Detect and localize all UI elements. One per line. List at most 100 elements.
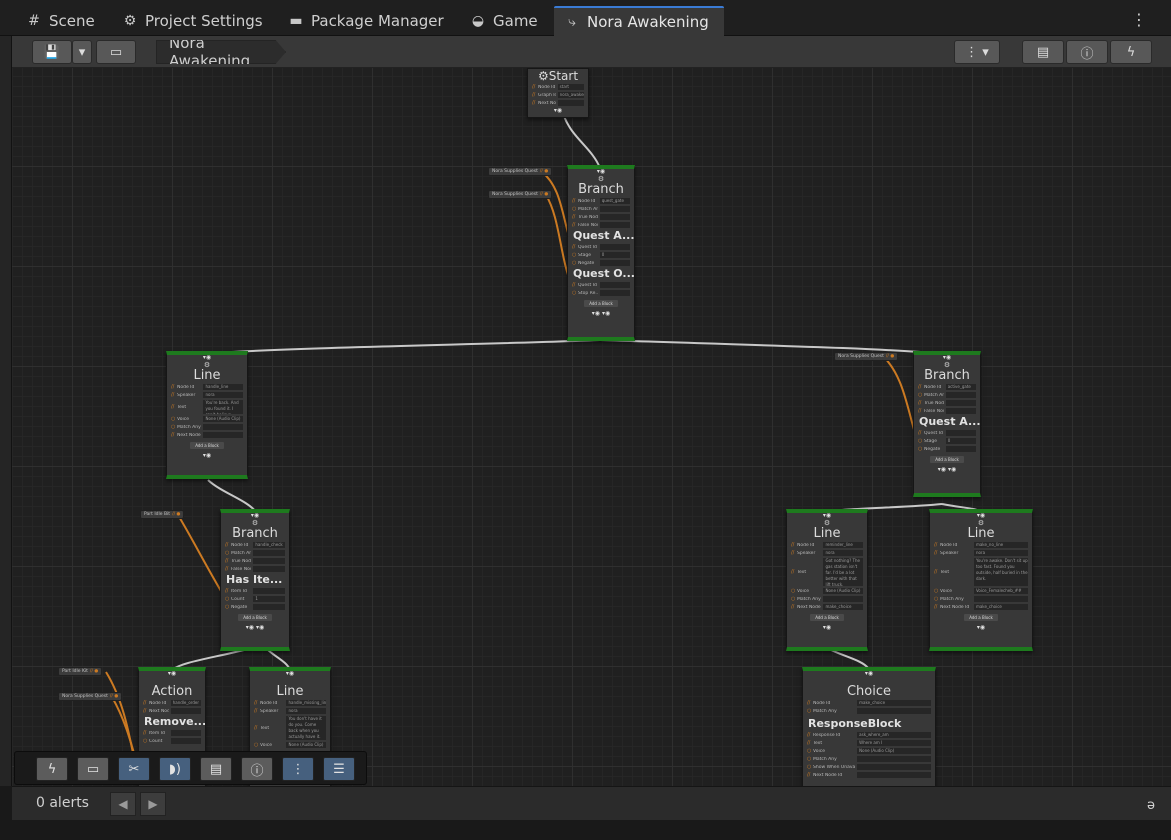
node-row: ○ Stage 0 [914, 437, 980, 445]
node-row: //Text You don't have it do you. Come bac… [250, 715, 330, 741]
ext-label: Nora Supplies Quest [492, 169, 538, 174]
node-row: ○Match Any [914, 391, 980, 399]
node-row: //Next Node Id [167, 431, 247, 439]
ext-label: Nora Supplies Quest [62, 694, 108, 699]
ext-quest-ref-2[interactable]: Nora Supplies Quest// ● [488, 190, 553, 199]
add-block-button[interactable]: Add a Block [964, 614, 998, 621]
tab-scene[interactable]: # Scene [16, 6, 105, 36]
node-row: ○ Voice None (Audio Clip) [167, 415, 247, 423]
add-block-button[interactable]: Add a Block [584, 300, 618, 307]
tab-nora-awakening[interactable]: ⤷ Nora Awakening [554, 6, 724, 36]
node-row: ○ Count 1 [221, 595, 289, 603]
inspector-toggle-button[interactable]: ⓘ [1066, 40, 1108, 64]
input-port[interactable]: ▾◉ [139, 671, 205, 677]
window-icon: ▭ [86, 761, 100, 777]
ext-item-ref-1[interactable]: Part Idle Bit// ● [140, 510, 185, 519]
save-dropdown-button[interactable]: ▾ [72, 40, 92, 64]
window-tool-button[interactable]: ▭ [77, 757, 109, 781]
node-row: ○Show When Unavailable [803, 763, 935, 771]
node-row: //Quest Id [568, 243, 634, 251]
node-row: //Graph Idnora_awakening [532, 92, 584, 98]
node-title: Line [813, 526, 841, 541]
ext-quest-ref-3[interactable]: Nora Supplies Quest// ● [834, 352, 899, 361]
prev-alert-button[interactable]: ◀ [110, 792, 136, 816]
node-row: //Text Where am I [803, 739, 935, 747]
output-ports[interactable]: ▾◉ ▾◉ [568, 310, 634, 318]
open-folder-button[interactable]: ▭ [96, 40, 136, 64]
block-title: Quest A... [919, 415, 980, 428]
ext-quest-ref-4[interactable]: Nora Supplies Quest// ● [58, 692, 123, 701]
node-branch-active-gate[interactable]: ▾◉ ⚙ Branch //Node Id active_gate ○ Match … [913, 351, 981, 497]
options-menu-button[interactable]: ⋮ ▾ [954, 40, 1000, 64]
node-row: //Node Id handle_check [221, 541, 289, 549]
tab-project-settings[interactable]: ⚙ Project Settings [112, 6, 273, 36]
graph-canvas[interactable]: Nora Supplies Quest// ● Nora Supplies Qu… [12, 68, 1171, 786]
node-row: //Node Id handle_missing_line [254, 700, 326, 706]
save-button[interactable]: 💾 [32, 40, 72, 64]
gear-icon: ⚙ [123, 13, 137, 29]
node-row: ○ Voice None (Audio Clip) [787, 587, 867, 595]
node-line-reminder[interactable]: ▾◉ ⚙ Line //Node Id reminder_line //Speak… [786, 509, 868, 651]
add-block-button[interactable]: Add a Block [238, 614, 272, 621]
info-tool-button[interactable]: ⓘ [241, 757, 273, 781]
node-title: Branch [578, 182, 624, 197]
tab-game[interactable]: ◒ Game [460, 6, 548, 36]
start-icon: ⚙ [537, 69, 549, 83]
node-start[interactable]: ⚙Start //Node Id start //Graph Id nora_awa… [527, 68, 589, 118]
node-branch-handle-check[interactable]: ▾◉ ⚙ Branch //Node Id handle_check ○ Match… [220, 509, 290, 651]
tab-menu-icon[interactable]: ⋮ [1131, 10, 1147, 29]
tools-button[interactable]: ✂ [118, 757, 150, 781]
node-title: Line [276, 684, 304, 699]
wire-ext4 [177, 514, 225, 597]
output-ports[interactable]: ▾◉ ▾◉ [914, 466, 980, 474]
more-tool-button[interactable]: ⋮ [282, 757, 314, 781]
node-row: //Item Id [221, 587, 289, 595]
ext-label: Part Idle Bit [144, 512, 171, 517]
blackboard-tool-button[interactable]: ▤ [200, 757, 232, 781]
node-row: ○Match Any [803, 707, 935, 715]
output-port[interactable]: ▾◉ [930, 624, 1032, 632]
blackboard-toggle-button[interactable]: ▤ [1022, 40, 1064, 64]
ext-quest-ref-1[interactable]: Nora Supplies Quest// ● [488, 167, 553, 176]
node-row: ○Match Any [221, 549, 289, 557]
ext-label: Nora Supplies Quest [492, 192, 538, 197]
output-port[interactable]: ▾◉ [167, 452, 247, 460]
add-block-button[interactable]: Add a Block [930, 456, 964, 463]
chevron-right-icon: ▶ [148, 797, 158, 811]
node-line-handle[interactable]: ▾◉ ⚙ Line //Node Id handle_line //Speaker… [166, 351, 248, 479]
notes-tool-button[interactable]: ☰ [323, 757, 355, 781]
node-branch-quest-gate[interactable]: ▾◉ ⚙ Branch //Node Id quest_gate ○ Match A… [567, 165, 635, 341]
input-port[interactable]: ▾◉ [803, 671, 935, 677]
input-port[interactable]: ▾◉ [250, 671, 330, 677]
node-row: //True Node Id [914, 399, 980, 407]
ext-label: Part Idle Kit [62, 669, 88, 674]
output-port[interactable]: ▾◉ [528, 107, 588, 115]
chevron-down-icon: ▾ [78, 44, 86, 60]
node-row: ○ Negate [914, 445, 980, 453]
ext-item-ref-2[interactable]: Part Idle Kit// ● [58, 667, 103, 676]
node-row: //Node Id active_gate [914, 383, 980, 391]
node-choice-make[interactable]: ▾◉ Choice //Node Id make_choice ○ Match An… [802, 667, 936, 786]
next-alert-button[interactable]: ▶ [140, 792, 166, 816]
wire-branch-line1 [206, 339, 601, 355]
alerts-count: 0 alerts [36, 795, 89, 811]
validate-tool-button[interactable]: ϟ [36, 757, 68, 781]
node-row: ○ Voice None (Audio Clip) [803, 747, 935, 755]
add-block-button[interactable]: Add a Block [190, 442, 224, 449]
breadcrumb[interactable]: Nora Awakening [156, 40, 286, 64]
panel-icon: ▤ [1036, 44, 1050, 60]
node-title: Branch [924, 368, 970, 383]
validate-button[interactable]: ϟ [1110, 40, 1152, 64]
wire-line2-choice [826, 647, 869, 669]
tab-package-manager[interactable]: ▬ Package Manager [278, 6, 454, 36]
tab-label: Scene [49, 12, 95, 30]
speaker-tool-button[interactable]: ◗) [159, 757, 191, 781]
node-row: //Quest Id [914, 429, 980, 437]
output-ports[interactable]: ▾◉ ▾◉ [221, 624, 289, 632]
output-port[interactable]: ▾◉ [787, 624, 867, 632]
add-block-button[interactable]: Add a Block [810, 614, 844, 621]
node-row: //False Node Id [568, 221, 634, 229]
status-glyph: ə [1147, 798, 1155, 813]
node-row: ○Match Any [787, 595, 867, 603]
node-line-make-no[interactable]: ▾◉ ⚙ Line //Node Id make_no_line //Speake… [929, 509, 1033, 651]
